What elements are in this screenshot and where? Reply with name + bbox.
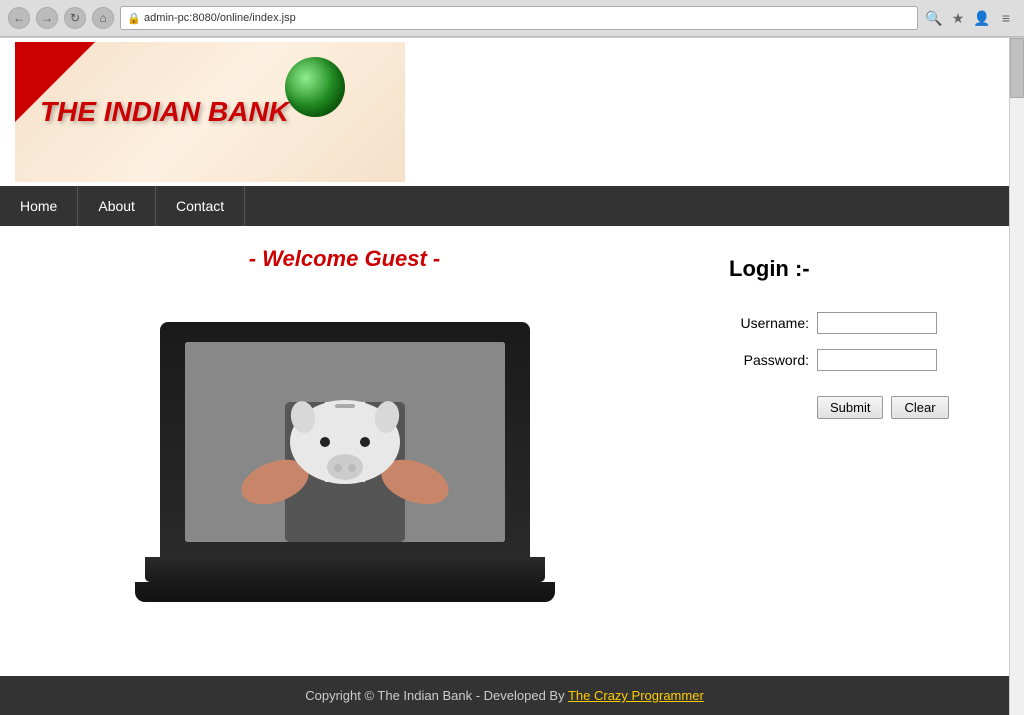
forward-button[interactable]: → — [36, 7, 58, 29]
login-title: Login :- — [729, 256, 810, 282]
profile-icon[interactable]: 👤 — [972, 8, 992, 28]
browser-chrome: ← → ↻ ⌂ 🔒 admin-pc:8080/online/index.jsp… — [0, 0, 1024, 38]
left-section: - Welcome Guest - — [0, 226, 689, 676]
username-input[interactable] — [817, 312, 937, 334]
bookmark-icon[interactable]: ★ — [948, 8, 968, 28]
site-footer: Copyright © The Indian Bank - Developed … — [0, 676, 1009, 715]
browser-toolbar: ← → ↻ ⌂ 🔒 admin-pc:8080/online/index.jsp… — [0, 0, 1024, 37]
laptop-screen-svg — [185, 342, 505, 542]
footer-text: Copyright © The Indian Bank - Developed … — [305, 688, 568, 703]
address-bar[interactable]: 🔒 admin-pc:8080/online/index.jsp — [120, 6, 918, 30]
search-icon[interactable]: 🔍 — [924, 8, 944, 28]
navbar: Home About Contact — [0, 186, 1009, 226]
password-label: Password: — [729, 352, 809, 368]
page-content: THE INDIAN BANK Home About Contact - Wel… — [0, 38, 1009, 715]
nav-contact[interactable]: Contact — [156, 186, 245, 226]
form-buttons: Submit Clear — [817, 396, 949, 419]
laptop-base — [145, 557, 545, 582]
footer-link[interactable]: The Crazy Programmer — [568, 688, 704, 703]
password-input[interactable] — [817, 349, 937, 371]
nav-about[interactable]: About — [78, 186, 156, 226]
menu-icon[interactable]: ≡ — [996, 8, 1016, 28]
address-text: admin-pc:8080/online/index.jsp — [144, 12, 296, 24]
page-wrapper: THE INDIAN BANK Home About Contact - Wel… — [0, 38, 1024, 715]
welcome-text: - Welcome Guest - — [249, 246, 441, 272]
piggy-illustration — [185, 342, 505, 542]
browser-icons: 🔍 ★ 👤 ≡ — [924, 8, 1016, 28]
scrollbar-track[interactable] — [1009, 38, 1024, 715]
laptop-foot — [135, 582, 555, 602]
password-group: Password: — [729, 349, 937, 371]
username-label: Username: — [729, 315, 809, 331]
scrollbar-thumb[interactable] — [1010, 38, 1024, 98]
reload-button[interactable]: ↻ — [64, 7, 86, 29]
laptop-image — [150, 292, 540, 602]
submit-button[interactable]: Submit — [817, 396, 883, 419]
laptop-screen — [185, 342, 505, 542]
back-button[interactable]: ← — [8, 7, 30, 29]
home-button[interactable]: ⌂ — [92, 7, 114, 29]
site-header: THE INDIAN BANK — [0, 38, 1009, 186]
globe-icon — [285, 57, 345, 117]
login-section: Login :- Username: Password: Submit Clea… — [689, 226, 1009, 676]
header-banner: THE INDIAN BANK — [15, 42, 405, 182]
main-content: - Welcome Guest - — [0, 226, 1009, 676]
laptop-body — [160, 322, 530, 562]
nav-home[interactable]: Home — [0, 186, 78, 226]
bank-title: THE INDIAN BANK — [30, 96, 289, 128]
clear-button[interactable]: Clear — [891, 396, 948, 419]
username-group: Username: — [729, 312, 937, 334]
